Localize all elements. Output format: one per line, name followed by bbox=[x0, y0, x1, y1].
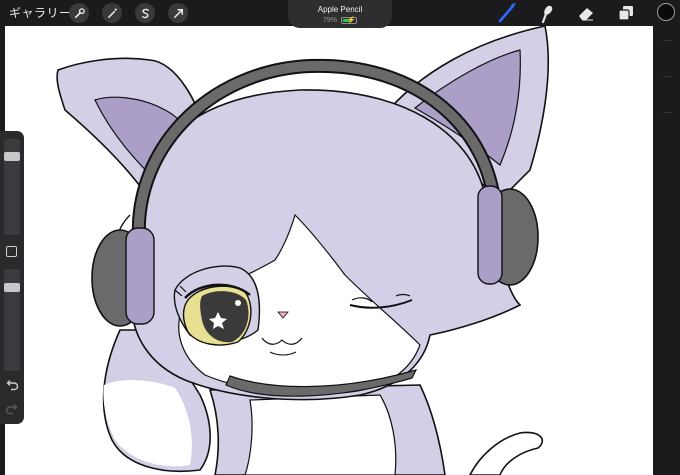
brush-size-slider[interactable] bbox=[4, 139, 20, 235]
transform-arrow-icon bbox=[173, 8, 183, 18]
actions-button[interactable] bbox=[69, 3, 89, 23]
adjustments-button[interactable] bbox=[102, 3, 122, 23]
brush-size-handle[interactable] bbox=[4, 152, 20, 161]
gallery-button[interactable]: ギャラリー bbox=[9, 5, 72, 21]
charging-bolt-icon: ⚡ bbox=[347, 17, 356, 24]
pencil-name: Apple Pencil bbox=[317, 5, 363, 14]
pencil-battery-row: 79% ⚡ bbox=[288, 16, 392, 25]
redo-icon[interactable] bbox=[5, 403, 19, 415]
drawing-canvas[interactable] bbox=[5, 26, 653, 475]
opacity-handle[interactable] bbox=[4, 283, 20, 292]
scroll-grip bbox=[663, 40, 671, 41]
color-well[interactable] bbox=[657, 3, 675, 21]
opacity-slider[interactable] bbox=[4, 269, 20, 371]
wrench-icon bbox=[74, 7, 85, 18]
layers-icon bbox=[618, 6, 633, 21]
layers-button[interactable] bbox=[616, 3, 636, 23]
left-earcup-pad bbox=[125, 227, 155, 325]
right-earcup-pad bbox=[477, 185, 503, 285]
pencil-status-popup: Apple Pencil 79% ⚡ bbox=[288, 0, 392, 28]
magic-wand-icon bbox=[107, 7, 117, 18]
selection-s-icon bbox=[141, 8, 149, 18]
brush-button[interactable] bbox=[497, 3, 517, 23]
cat-illustration bbox=[56, 26, 550, 475]
undo-icon[interactable] bbox=[5, 379, 19, 391]
scroll-grip bbox=[663, 112, 671, 113]
battery-icon: ⚡ bbox=[341, 17, 357, 24]
selection-button[interactable] bbox=[135, 3, 155, 23]
battery-percent: 79% bbox=[322, 17, 337, 24]
smudge-button[interactable] bbox=[537, 3, 557, 24]
smudge-icon bbox=[541, 5, 553, 24]
transform-button[interactable] bbox=[168, 3, 188, 23]
modify-button[interactable] bbox=[6, 246, 17, 257]
canvas-margin-right bbox=[653, 26, 680, 475]
tail bbox=[469, 431, 544, 475]
left-sidebar bbox=[0, 131, 24, 424]
chest-white bbox=[244, 394, 397, 475]
brush-icon bbox=[498, 3, 516, 23]
eraser-button[interactable] bbox=[576, 3, 596, 23]
eraser-icon bbox=[579, 8, 593, 21]
eye-highlight bbox=[235, 300, 241, 306]
scroll-grip bbox=[663, 76, 671, 77]
